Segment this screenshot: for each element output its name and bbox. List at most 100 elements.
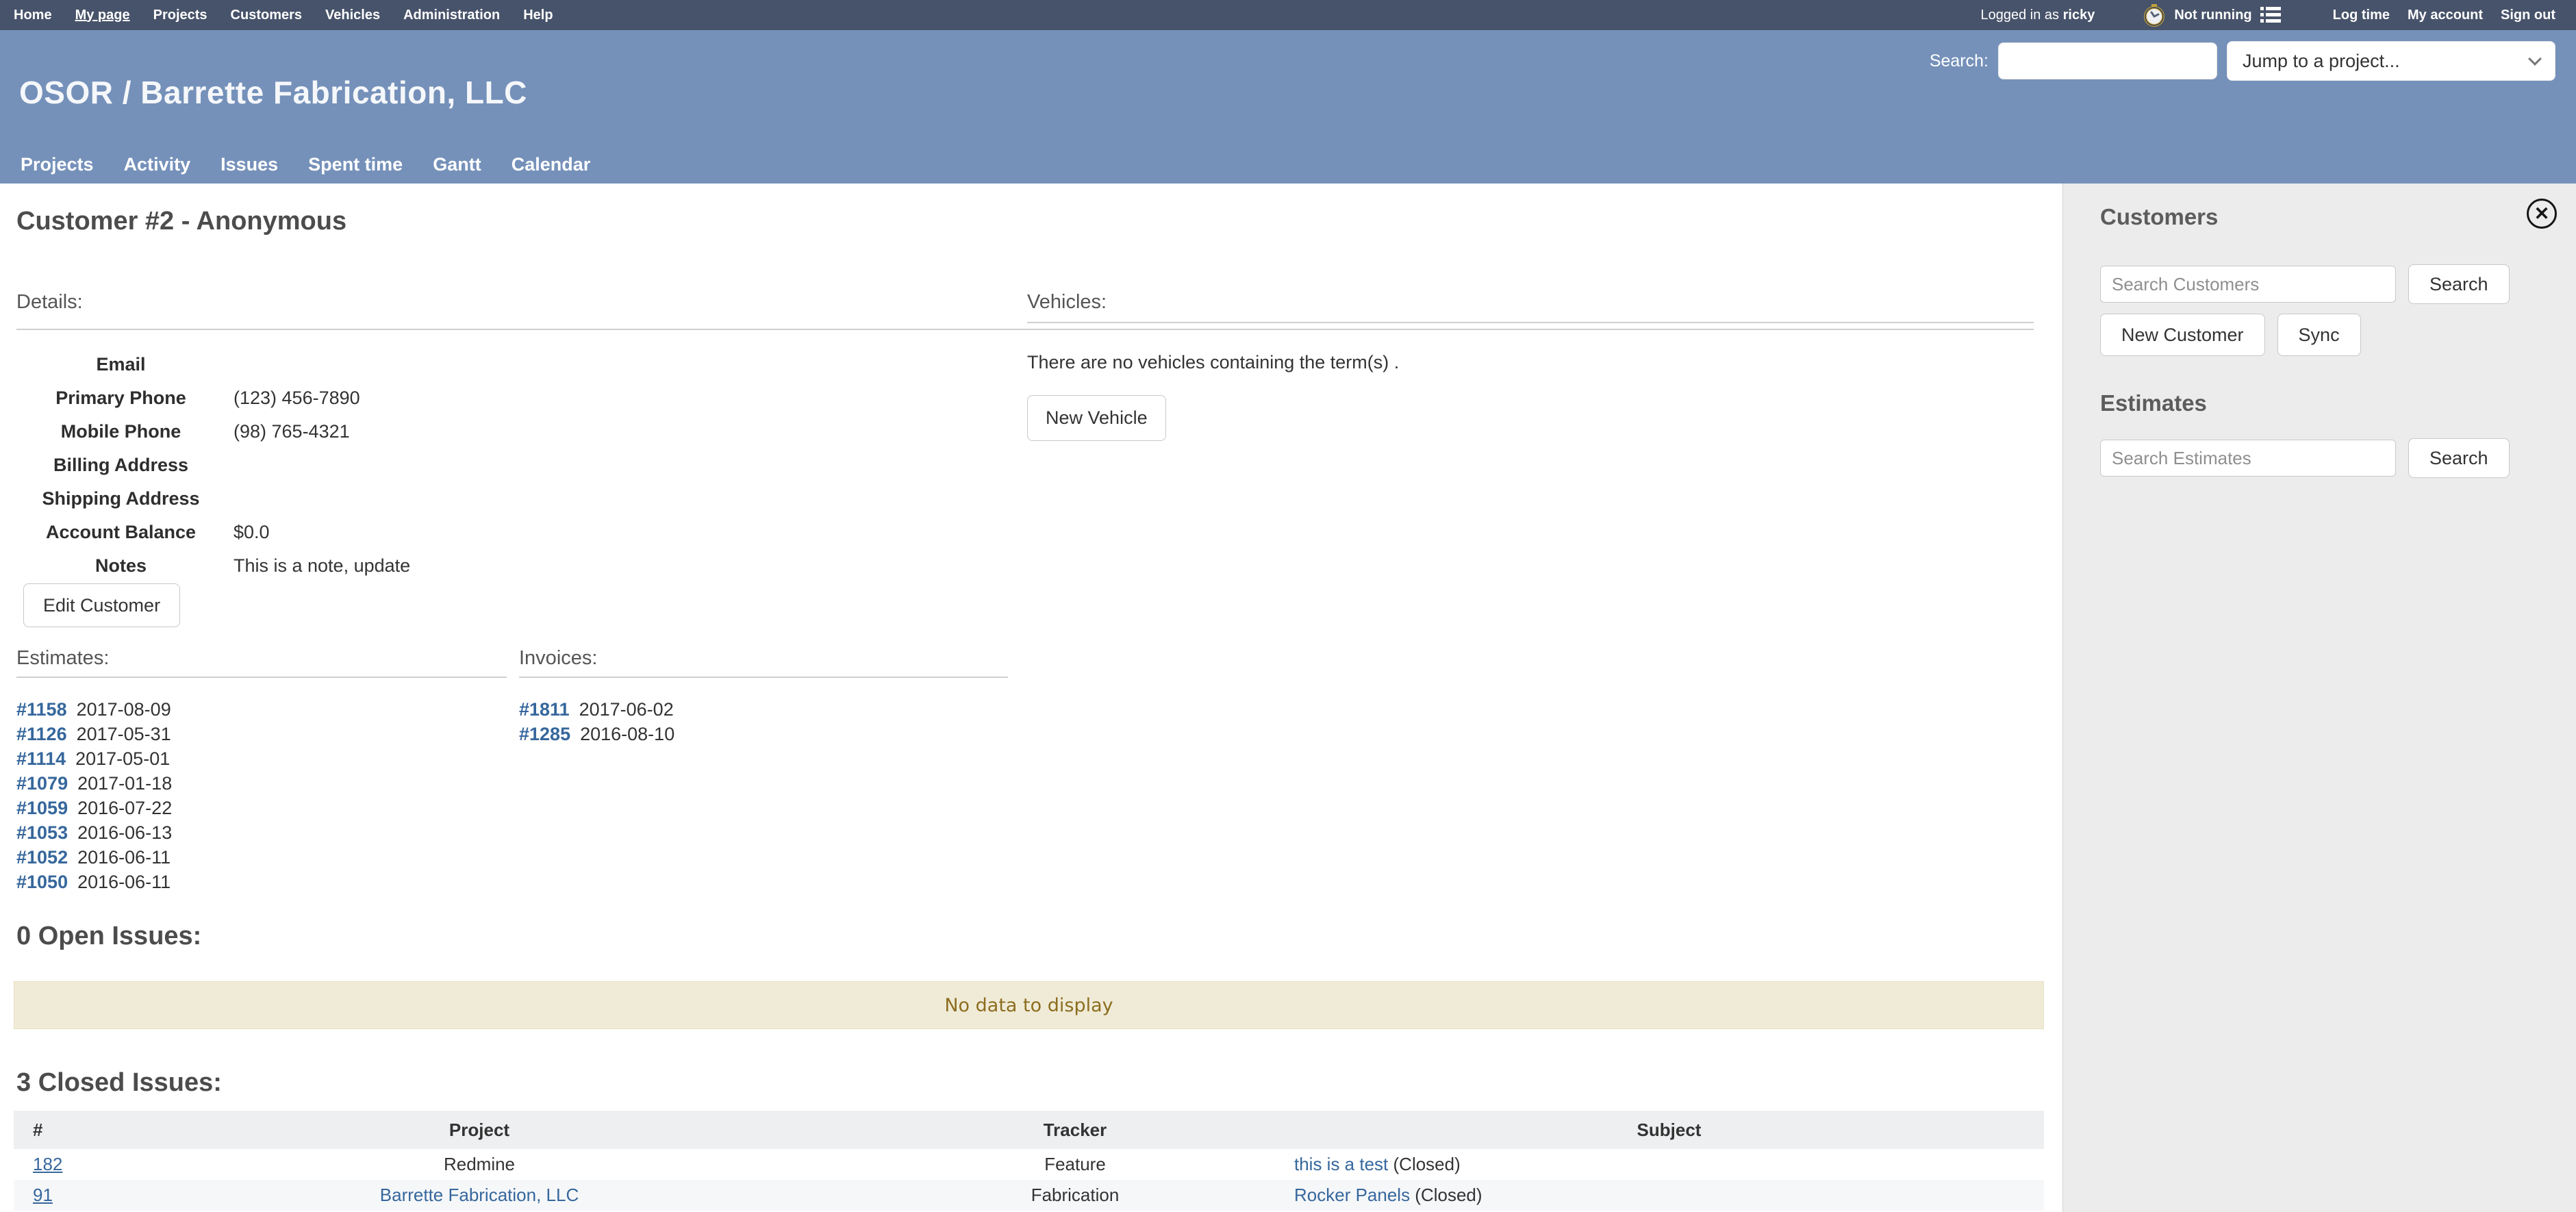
page-title: Customer #2 - Anonymous — [16, 207, 346, 236]
search-customers-button[interactable]: Search — [2408, 264, 2510, 304]
detail-value: $0.0 — [233, 522, 270, 543]
invoice-item: #1285 2016-08-10 — [519, 722, 1008, 746]
menu-home[interactable]: Home — [14, 8, 52, 23]
invoice-link[interactable]: #1811 — [519, 699, 570, 720]
jump-to-project-value: Jump to a project... — [2243, 51, 2400, 72]
header: OSOR / Barrette Fabrication, LLC Search:… — [0, 30, 2576, 184]
estimate-item: #1050 2016-06-11 — [16, 870, 507, 894]
estimate-item: #1114 2017-05-01 — [16, 746, 507, 771]
issue-tracker: Feature — [856, 1149, 1294, 1180]
header-search-row: Search: Jump to a project... — [1930, 41, 2555, 81]
estimate-item: #1059 2016-07-22 — [16, 796, 507, 820]
sidebar-customers-heading: Customers — [2100, 204, 2218, 230]
invoice-date: 2017-06-02 — [579, 699, 674, 720]
top-menu-bar: Home My page Projects Customers Vehicles… — [0, 0, 2576, 30]
customers-actions-row: New Customer Sync — [2100, 314, 2361, 356]
closed-issues-heading: 3 Closed Issues: — [16, 1068, 222, 1098]
sidebar-estimates-heading: Estimates — [2100, 390, 2207, 416]
invoice-item: #1811 2017-06-02 — [519, 697, 1008, 722]
project-tabs: Projects Activity Issues Spent time Gant… — [21, 154, 590, 175]
estimate-date: 2016-07-22 — [77, 798, 172, 819]
sync-button[interactable]: Sync — [2277, 314, 2361, 356]
menu-projects[interactable]: Projects — [153, 8, 207, 23]
tab-gantt[interactable]: Gantt — [433, 154, 481, 175]
estimates-list: #1158 2017-08-09 #1126 2017-05-31 #1114 … — [16, 697, 507, 894]
issue-id-link[interactable]: 182 — [33, 1154, 62, 1174]
invoice-date: 2016-08-10 — [580, 724, 674, 745]
top-menu-left: Home My page Projects Customers Vehicles… — [0, 8, 553, 23]
col-header-tracker: Tracker — [856, 1111, 1294, 1149]
estimate-link[interactable]: #1126 — [16, 724, 67, 745]
issue-subject-link[interactable]: this is a test — [1294, 1154, 1388, 1174]
timer-widget: Not running — [2143, 3, 2314, 27]
detail-row: Mobile Phone (98) 765-4321 — [16, 415, 410, 449]
new-customer-button[interactable]: New Customer — [2100, 314, 2265, 356]
issue-project[interactable]: Redmine — [444, 1154, 515, 1174]
search-customers-input[interactable] — [2100, 266, 2396, 303]
menu-my-page[interactable]: My page — [75, 8, 130, 23]
issue-subject-link[interactable]: Rocker Panels — [1294, 1185, 1410, 1205]
invoices-list: #1811 2017-06-02 #1285 2016-08-10 — [519, 697, 1008, 746]
invoice-link[interactable]: #1285 — [519, 724, 570, 745]
estimate-item: #1158 2017-08-09 — [16, 697, 507, 722]
col-header-id: # — [14, 1111, 103, 1149]
jump-to-project-select[interactable]: Jump to a project... — [2227, 41, 2555, 81]
estimate-item: #1052 2016-06-11 — [16, 845, 507, 870]
timer-list-icon[interactable] — [2260, 6, 2281, 24]
stopwatch-icon[interactable] — [2143, 3, 2166, 27]
tab-spent-time[interactable]: Spent time — [308, 154, 403, 175]
estimates-divider — [16, 677, 507, 678]
estimates-section-label: Estimates: — [16, 647, 507, 670]
new-vehicle-button[interactable]: New Vehicle — [1027, 395, 1166, 441]
username: ricky — [2063, 8, 2095, 23]
closed-issues-table: # Project Tracker Subject 182 Redmine Fe… — [14, 1111, 2044, 1211]
detail-label: Billing Address — [16, 455, 225, 476]
estimate-link[interactable]: #1079 — [16, 773, 68, 794]
estimate-link[interactable]: #1114 — [16, 748, 66, 770]
detail-label: Primary Phone — [16, 388, 225, 409]
tab-projects[interactable]: Projects — [21, 154, 94, 175]
vehicles-section: Vehicles: There are no vehicles containi… — [1027, 291, 2034, 441]
search-estimates-button[interactable]: Search — [2408, 438, 2510, 478]
tab-issues[interactable]: Issues — [220, 154, 278, 175]
menu-customers[interactable]: Customers — [231, 8, 302, 23]
col-header-project: Project — [103, 1111, 856, 1149]
estimate-item: #1126 2017-05-31 — [16, 722, 507, 746]
estimate-link[interactable]: #1052 — [16, 847, 68, 868]
customer-details: Email Primary Phone (123) 456-7890 Mobil… — [16, 348, 410, 583]
close-icon[interactable]: ✕ — [2527, 199, 2557, 229]
estimate-link[interactable]: #1053 — [16, 822, 68, 844]
estimate-link[interactable]: #1059 — [16, 798, 68, 819]
estimate-date: 2017-05-01 — [75, 748, 170, 770]
main-content: Customer #2 - Anonymous Details: Email P… — [0, 184, 2062, 1212]
search-estimates-input[interactable] — [2100, 440, 2396, 477]
details-section-label: Details: — [16, 291, 83, 314]
search-input[interactable] — [1998, 42, 2217, 79]
open-issues-heading: 0 Open Issues: — [16, 922, 201, 951]
sidebar: ✕ Customers Search New Customer Sync Est… — [2062, 184, 2576, 1212]
estimate-link[interactable]: #1158 — [16, 699, 67, 720]
detail-label: Notes — [16, 555, 225, 577]
issue-tracker: Fabrication — [856, 1180, 1294, 1211]
detail-value: This is a note, update — [233, 555, 410, 577]
menu-log-time[interactable]: Log time — [2333, 8, 2390, 23]
issue-id-link[interactable]: 91 — [33, 1185, 53, 1205]
chevron-down-icon — [2528, 52, 2542, 66]
tab-calendar[interactable]: Calendar — [512, 154, 591, 175]
vehicles-empty-message: There are no vehicles containing the ter… — [1027, 352, 2034, 373]
menu-administration[interactable]: Administration — [403, 8, 500, 23]
page-header-title: OSOR / Barrette Fabrication, LLC — [19, 74, 527, 111]
issue-row: 182 Redmine Feature this is a test (Clos… — [14, 1149, 2044, 1180]
tab-activity[interactable]: Activity — [124, 154, 191, 175]
detail-label: Email — [16, 354, 225, 375]
detail-row: Account Balance $0.0 — [16, 516, 410, 549]
menu-help[interactable]: Help — [523, 8, 553, 23]
menu-sign-out[interactable]: Sign out — [2501, 8, 2555, 23]
edit-customer-button[interactable]: Edit Customer — [23, 583, 180, 627]
detail-row: Billing Address — [16, 449, 410, 482]
estimate-link[interactable]: #1050 — [16, 872, 68, 893]
issue-project[interactable]: Barrette Fabrication, LLC — [380, 1185, 579, 1205]
menu-my-account[interactable]: My account — [2408, 8, 2483, 23]
customers-search-row: Search — [2100, 264, 2510, 304]
menu-vehicles[interactable]: Vehicles — [325, 8, 380, 23]
